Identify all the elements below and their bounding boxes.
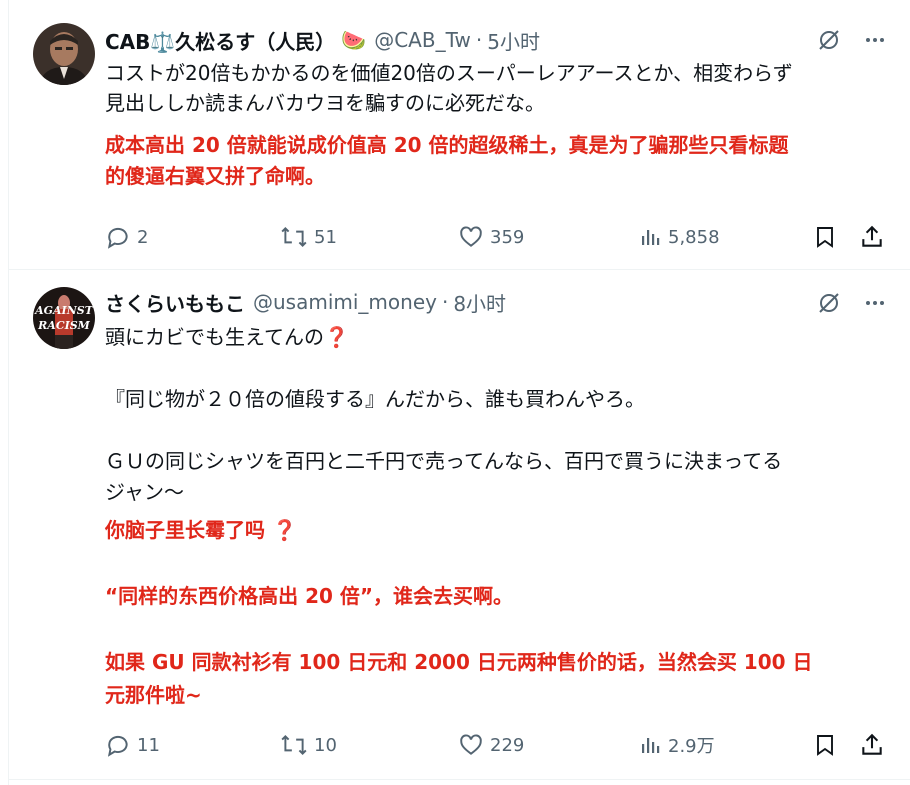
share-icon (862, 225, 882, 247)
tweet-text: コストが20倍もかかるのを価値20倍のスーパーレアアースとか、相変わらず 見出し… (105, 58, 885, 118)
action-bar: 2 51 359 5,858 (105, 222, 888, 252)
translation-text: 你脑子里长霉了吗 ❓ “同样的东西价格高出 20 倍”，谁会去买啊。 如果 GU… (105, 514, 885, 712)
retweet-icon (281, 227, 307, 247)
retweet-icon (281, 735, 307, 755)
bookmark-icon (817, 735, 833, 756)
more-icon[interactable] (862, 27, 888, 53)
timestamp[interactable]: 8小时 (453, 288, 506, 317)
tweet-header: CAB⚖️久松るす（人民） 🍉 @CAB_Tw · 5小时 (105, 26, 540, 55)
translation-line: 你脑子里长霉了吗 ❓ (105, 518, 297, 542)
reply-count: 11 (137, 734, 160, 756)
text-line: 『同じ物が２０倍の値段する』んだから、誰も買わんやろ。 (105, 387, 645, 411)
like-count: 229 (490, 734, 525, 756)
views-button[interactable]: 5,858 (638, 225, 813, 249)
grok-icon[interactable] (816, 27, 842, 53)
retweet-button[interactable]: 51 (280, 224, 458, 250)
like-button[interactable]: 229 (458, 732, 638, 758)
avatar[interactable]: AGAINST RACISM (33, 287, 95, 349)
more-icon[interactable] (862, 290, 888, 316)
action-bar: 11 10 229 2.9万 (105, 730, 888, 760)
text-line: ＧＵの同じシャツを百円と二千円で売ってんなら、百円で買うに決まってる (105, 449, 783, 473)
translation-text: 成本高出 20 倍就能说成价值高 20 倍的超级稀土，真是为了骗那些只看标题 的… (105, 130, 885, 192)
avatar-text: AGAINST RACISM (35, 304, 93, 332)
translation-line: “同样的东西价格高出 20 倍”，谁会去买啊。 (105, 584, 514, 608)
translation-line: 如果 GU 同款衬衫有 100 日元和 2000 日元两种售价的话，当然会买 1… (105, 650, 813, 674)
views-count: 2.9万 (668, 736, 715, 757)
text-line: ジャン〜 (105, 480, 184, 504)
share-button[interactable] (859, 224, 885, 250)
bookmark-button[interactable] (813, 224, 859, 250)
tweet-tools (816, 27, 888, 53)
timestamp[interactable]: 5小时 (487, 26, 540, 55)
display-name[interactable]: CAB⚖️久松るす（人民） (105, 26, 335, 55)
bookmark-icon (817, 227, 833, 248)
share-icon (862, 733, 882, 755)
watermelon-emoji: 🍉 (341, 28, 367, 52)
tweet-text: 頭にカビでも生えてんの❓ 『同じ物が２０倍の値段する』んだから、誰も買わんやろ。… (105, 322, 885, 508)
reply-icon (107, 735, 128, 757)
text-line: 見出ししか読まんバカウヨを騙すのに必死だな。 (105, 91, 545, 115)
retweet-button[interactable]: 10 (280, 732, 458, 758)
share-button[interactable] (859, 732, 885, 758)
grok-icon[interactable] (816, 290, 842, 316)
separator-dot: · (441, 290, 449, 314)
handle[interactable]: @CAB_Tw (374, 28, 471, 52)
views-icon (642, 738, 660, 753)
reply-button[interactable]: 11 (105, 732, 280, 758)
text-line: コストが20倍もかかるのを価値20倍のスーパーレアアースとか、相変わらず (105, 61, 793, 85)
retweet-count: 51 (314, 226, 337, 248)
translation-line: 的傻逼右翼又拼了命啊。 (105, 164, 325, 188)
like-count: 359 (490, 226, 525, 248)
translation-line: 成本高出 20 倍就能说成价值高 20 倍的超级稀土，真是为了骗那些只看标题 (105, 133, 789, 157)
bookmark-button[interactable] (813, 732, 859, 758)
reply-icon (107, 227, 128, 249)
tweet-header: さくらいももこ @usamimi_money · 8小时 (105, 288, 506, 317)
display-name[interactable]: さくらいももこ (105, 288, 245, 317)
avatar[interactable] (33, 23, 95, 85)
handle[interactable]: @usamimi_money (253, 290, 437, 314)
separator-dot: · (475, 28, 483, 52)
like-icon (460, 226, 482, 247)
views-count: 5,858 (668, 226, 720, 248)
retweet-count: 10 (314, 734, 337, 756)
reply-button[interactable]: 2 (105, 224, 280, 250)
translation-line: 元那件啦~ (105, 683, 202, 707)
tweet-2[interactable]: AGAINST RACISM さくらいももこ @usamimi_money · … (8, 270, 910, 780)
views-icon (642, 230, 660, 245)
tweet-1[interactable]: CAB⚖️久松るす（人民） 🍉 @CAB_Tw · 5小时 コストが20倍もかか… (8, 0, 910, 270)
like-icon (460, 734, 482, 755)
text-line: 頭にカビでも生えてんの❓ (105, 325, 349, 349)
like-button[interactable]: 359 (458, 224, 638, 250)
tweet-tools (816, 290, 888, 316)
reply-count: 2 (137, 226, 149, 248)
views-button[interactable]: 2.9万 (638, 732, 813, 758)
